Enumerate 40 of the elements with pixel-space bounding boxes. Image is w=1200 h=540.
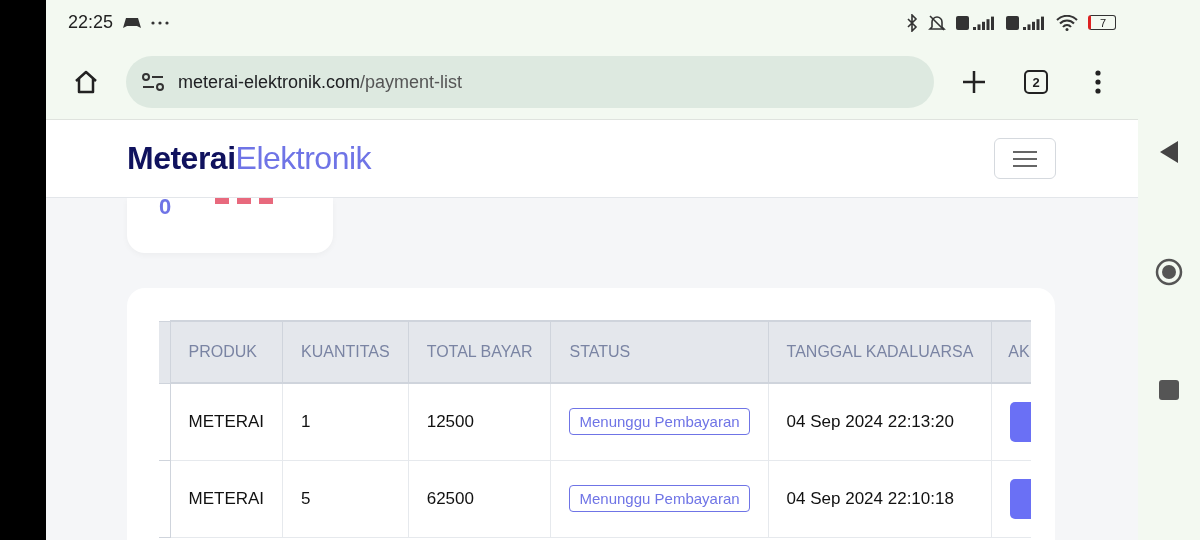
address-bar[interactable]: meterai-elektronik.com/payment-list (126, 56, 934, 108)
home-icon (73, 69, 99, 95)
wifi-icon (1056, 14, 1078, 31)
column-header: TANGGAL KADALUARSA (768, 321, 992, 383)
table-cell: METERAI (170, 383, 283, 460)
menu-icon (1013, 149, 1037, 168)
gamepad-icon (123, 15, 142, 30)
action-button[interactable] (1010, 478, 1031, 519)
cell-signal-icon (1006, 14, 1046, 31)
dash-marks-icon (215, 198, 274, 204)
site-logo[interactable]: MeteraiElektronik (127, 140, 372, 177)
column-header: PRODUK (170, 321, 283, 383)
column-header: STATUS (551, 321, 769, 383)
table-cell: 62500 (408, 460, 551, 537)
column-header: AK (991, 321, 1031, 383)
bluetooth-icon (906, 13, 918, 32)
menu-button[interactable] (994, 138, 1056, 179)
back-button[interactable] (1159, 140, 1179, 164)
more-icon (151, 20, 170, 25)
table-cell: 1 (282, 383, 409, 460)
table-cell: 12500 (408, 383, 551, 460)
clock-time: 22:25 (68, 12, 114, 33)
column-header: KUANTITAS (282, 321, 409, 383)
table-cell: METERAI (170, 460, 283, 537)
cell-signal-icon (956, 14, 996, 31)
column-header: TOTAL BAYAR (408, 321, 551, 383)
battery-indicator: 7 (1088, 15, 1116, 30)
more-icon (1095, 70, 1101, 94)
status-badge: Menunggu Pembayaran (569, 408, 750, 436)
summary-value: 0 (159, 198, 172, 216)
action-button[interactable] (1010, 401, 1031, 442)
bell-off-icon (928, 13, 946, 32)
tab-count-button[interactable]: 2 (1024, 70, 1048, 94)
table-cell: 04 Sep 2024 22:10:18 (768, 460, 992, 537)
table-cell: 5 (282, 460, 409, 537)
table-cell: 04 Sep 2024 22:13:20 (768, 383, 992, 460)
status-badge: Menunggu Pembayaran (569, 485, 750, 512)
plus-icon (962, 70, 986, 94)
site-settings-icon (142, 72, 164, 92)
home-nav-button[interactable] (1155, 258, 1183, 286)
